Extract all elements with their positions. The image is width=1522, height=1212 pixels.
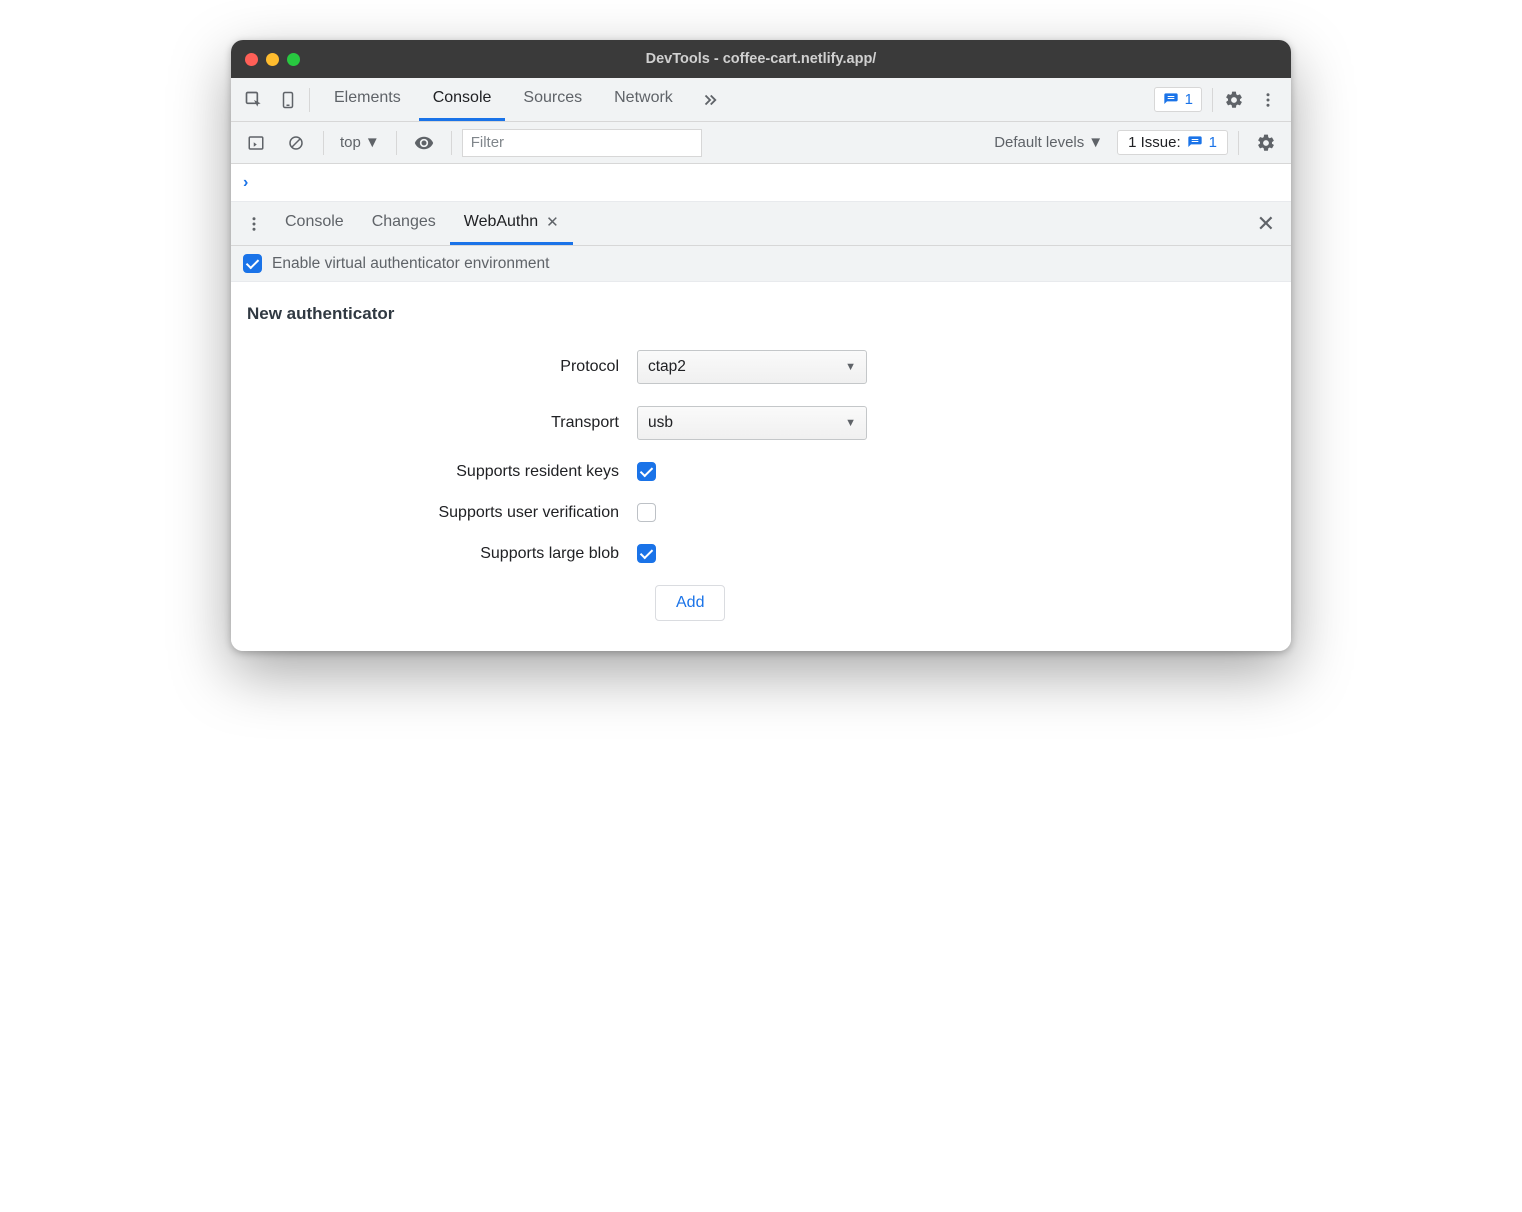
context-label: top (340, 134, 361, 151)
transport-select[interactable]: usb ▼ (637, 406, 867, 440)
close-tab-icon[interactable]: ✕ (546, 213, 559, 231)
console-prompt-icon: › (243, 174, 248, 192)
divider (1238, 131, 1239, 155)
console-body[interactable]: › (231, 164, 1291, 202)
row-large-blob: Supports large blob (247, 544, 1275, 563)
drawer-tab-changes[interactable]: Changes (358, 202, 450, 245)
resident-keys-label: Supports resident keys (247, 463, 637, 481)
drawer-tabbar: Console Changes WebAuthn ✕ ✕ (231, 202, 1291, 246)
divider (1212, 88, 1213, 112)
levels-label: Default levels (994, 134, 1084, 151)
panel-heading: New authenticator (247, 304, 1275, 324)
add-button[interactable]: Add (655, 585, 725, 621)
tab-sources[interactable]: Sources (509, 78, 596, 121)
resident-keys-checkbox[interactable] (637, 462, 656, 481)
traffic-lights (231, 53, 300, 66)
large-blob-checkbox[interactable] (637, 544, 656, 563)
titlebar: DevTools - coffee-cart.netlify.app/ (231, 40, 1291, 78)
divider (451, 131, 452, 155)
more-tabs-icon[interactable] (691, 78, 729, 121)
transport-value: usb (648, 414, 673, 432)
chevron-down-icon: ▼ (1088, 134, 1103, 151)
close-window-button[interactable] (245, 53, 258, 66)
main-tabs: Elements Console Sources Network (320, 78, 1154, 121)
tab-console[interactable]: Console (419, 78, 506, 121)
enable-virtual-authenticator-checkbox[interactable] (243, 254, 262, 273)
divider (323, 131, 324, 155)
enable-label: Enable virtual authenticator environment (272, 255, 549, 273)
drawer-tab-console[interactable]: Console (271, 202, 358, 245)
zoom-window-button[interactable] (287, 53, 300, 66)
log-levels-selector[interactable]: Default levels ▼ (986, 134, 1111, 151)
chevron-down-icon: ▼ (845, 417, 856, 429)
drawer-kebab-icon[interactable] (237, 207, 271, 241)
protocol-value: ctap2 (648, 358, 686, 376)
protocol-select[interactable]: ctap2 ▼ (637, 350, 867, 384)
drawer-tab-webauthn[interactable]: WebAuthn ✕ (450, 202, 573, 245)
main-tabbar: Elements Console Sources Network 1 (231, 78, 1291, 122)
devtools-window: DevTools - coffee-cart.netlify.app/ Elem… (231, 40, 1291, 651)
large-blob-label: Supports large blob (247, 545, 637, 563)
minimize-window-button[interactable] (266, 53, 279, 66)
protocol-label: Protocol (247, 358, 637, 376)
filter-input[interactable] (462, 129, 702, 157)
user-verification-checkbox[interactable] (637, 503, 656, 522)
show-console-sidebar-icon[interactable] (239, 126, 273, 160)
user-verification-label: Supports user verification (247, 504, 637, 522)
divider (396, 131, 397, 155)
issue-label: 1 Issue: (1128, 134, 1181, 151)
kebab-menu-icon[interactable] (1251, 83, 1285, 117)
row-user-verification: Supports user verification (247, 503, 1275, 522)
tab-network[interactable]: Network (600, 78, 687, 121)
drawer-tab-label: Changes (372, 213, 436, 231)
chevron-down-icon: ▼ (845, 361, 856, 373)
enable-bar: Enable virtual authenticator environment (231, 246, 1291, 282)
window-title: DevTools - coffee-cart.netlify.app/ (231, 51, 1291, 67)
row-protocol: Protocol ctap2 ▼ (247, 350, 1275, 384)
webauthn-panel: New authenticator Protocol ctap2 ▼ Trans… (231, 282, 1291, 651)
issue-count: 1 (1209, 134, 1217, 151)
drawer-tab-label: Console (285, 213, 344, 231)
row-resident-keys: Supports resident keys (247, 462, 1275, 481)
issues-count: 1 (1185, 91, 1193, 108)
divider (309, 88, 310, 112)
issues-badge[interactable]: 1 (1154, 87, 1202, 112)
console-settings-icon[interactable] (1249, 126, 1283, 160)
close-drawer-icon[interactable]: ✕ (1247, 211, 1285, 237)
tab-elements[interactable]: Elements (320, 78, 415, 121)
transport-label: Transport (247, 414, 637, 432)
live-expression-icon[interactable] (407, 126, 441, 160)
drawer-tab-label: WebAuthn (464, 213, 538, 231)
settings-icon[interactable] (1217, 83, 1251, 117)
issues-pill[interactable]: 1 Issue: 1 (1117, 130, 1228, 155)
device-toolbar-icon[interactable] (271, 83, 305, 117)
inspect-element-icon[interactable] (237, 83, 271, 117)
row-transport: Transport usb ▼ (247, 406, 1275, 440)
console-toolbar: top ▼ Default levels ▼ 1 Issue: 1 (231, 122, 1291, 164)
context-selector[interactable]: top ▼ (334, 134, 386, 151)
clear-console-icon[interactable] (279, 126, 313, 160)
chevron-down-icon: ▼ (365, 134, 380, 151)
